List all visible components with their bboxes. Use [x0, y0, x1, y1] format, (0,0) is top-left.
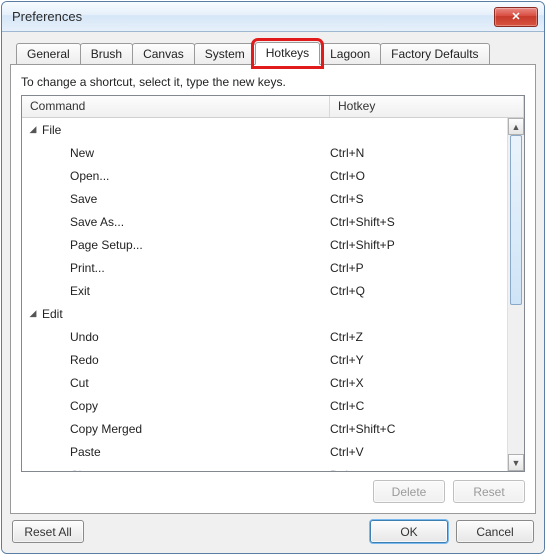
- dialog-footer: Reset All OK Cancel: [10, 514, 536, 545]
- tab-system[interactable]: System: [194, 43, 256, 65]
- delete-button[interactable]: Delete: [373, 480, 445, 503]
- scroll-up-button[interactable]: ▲: [508, 118, 524, 135]
- tab-factory-defaults[interactable]: Factory Defaults: [380, 43, 489, 65]
- tab-canvas[interactable]: Canvas: [132, 43, 195, 65]
- collapse-toggle-icon[interactable]: ◢: [28, 309, 38, 319]
- list-item[interactable]: CutCtrl+X: [22, 371, 507, 394]
- group-edit[interactable]: ◢ Edit: [22, 302, 507, 325]
- group-label: Edit: [42, 307, 63, 321]
- chevron-down-icon: ▼: [512, 458, 521, 468]
- list-item[interactable]: Copy MergedCtrl+Shift+C: [22, 417, 507, 440]
- list-body-wrap: ◢ File NewCtrl+N Open...Ctrl+O SaveCtrl+…: [22, 118, 524, 471]
- list-item[interactable]: CopyCtrl+C: [22, 394, 507, 417]
- ok-button[interactable]: OK: [370, 520, 448, 543]
- list-actions: Delete Reset: [21, 472, 525, 503]
- list-item[interactable]: SaveCtrl+S: [22, 187, 507, 210]
- close-icon: ✕: [511, 10, 520, 23]
- instruction-text: To change a shortcut, select it, type th…: [21, 75, 525, 89]
- column-header-command[interactable]: Command: [22, 96, 330, 117]
- group-label: File: [42, 123, 61, 137]
- list-item[interactable]: RedoCtrl+Y: [22, 348, 507, 371]
- window-title: Preferences: [12, 9, 82, 24]
- column-header-hotkey[interactable]: Hotkey: [330, 96, 524, 117]
- list-item[interactable]: UndoCtrl+Z: [22, 325, 507, 348]
- tabstrip: General Brush Canvas System Hotkeys Lago…: [10, 38, 536, 64]
- preferences-window: Preferences ✕ General Brush Canvas Syste…: [1, 1, 545, 554]
- tab-panel-hotkeys: To change a shortcut, select it, type th…: [10, 64, 536, 514]
- tab-lagoon[interactable]: Lagoon: [319, 43, 381, 65]
- scrollbar[interactable]: ▲ ▼: [507, 118, 524, 471]
- list-header: Command Hotkey: [22, 96, 524, 118]
- reset-all-button[interactable]: Reset All: [12, 520, 84, 543]
- list-item[interactable]: ClearDel: [22, 463, 507, 471]
- reset-button[interactable]: Reset: [453, 480, 525, 503]
- list-item[interactable]: Print...Ctrl+P: [22, 256, 507, 279]
- list-body: ◢ File NewCtrl+N Open...Ctrl+O SaveCtrl+…: [22, 118, 507, 471]
- close-button[interactable]: ✕: [494, 7, 538, 27]
- group-file[interactable]: ◢ File: [22, 118, 507, 141]
- scroll-down-button[interactable]: ▼: [508, 454, 524, 471]
- list-item[interactable]: ExitCtrl+Q: [22, 279, 507, 302]
- chevron-up-icon: ▲: [512, 122, 521, 132]
- tab-general[interactable]: General: [16, 43, 81, 65]
- list-item[interactable]: Page Setup...Ctrl+Shift+P: [22, 233, 507, 256]
- hotkey-list: Command Hotkey ◢ File NewCtrl+N Open...C…: [21, 95, 525, 472]
- list-item[interactable]: Open...Ctrl+O: [22, 164, 507, 187]
- scroll-thumb[interactable]: [510, 135, 522, 305]
- tab-hotkeys[interactable]: Hotkeys: [255, 42, 320, 65]
- client-area: General Brush Canvas System Hotkeys Lago…: [2, 32, 544, 553]
- list-item[interactable]: NewCtrl+N: [22, 141, 507, 164]
- list-item[interactable]: Save As...Ctrl+Shift+S: [22, 210, 507, 233]
- titlebar: Preferences ✕: [2, 2, 544, 32]
- cancel-button[interactable]: Cancel: [456, 520, 534, 543]
- list-item[interactable]: PasteCtrl+V: [22, 440, 507, 463]
- tab-brush[interactable]: Brush: [80, 43, 133, 65]
- collapse-toggle-icon[interactable]: ◢: [28, 125, 38, 135]
